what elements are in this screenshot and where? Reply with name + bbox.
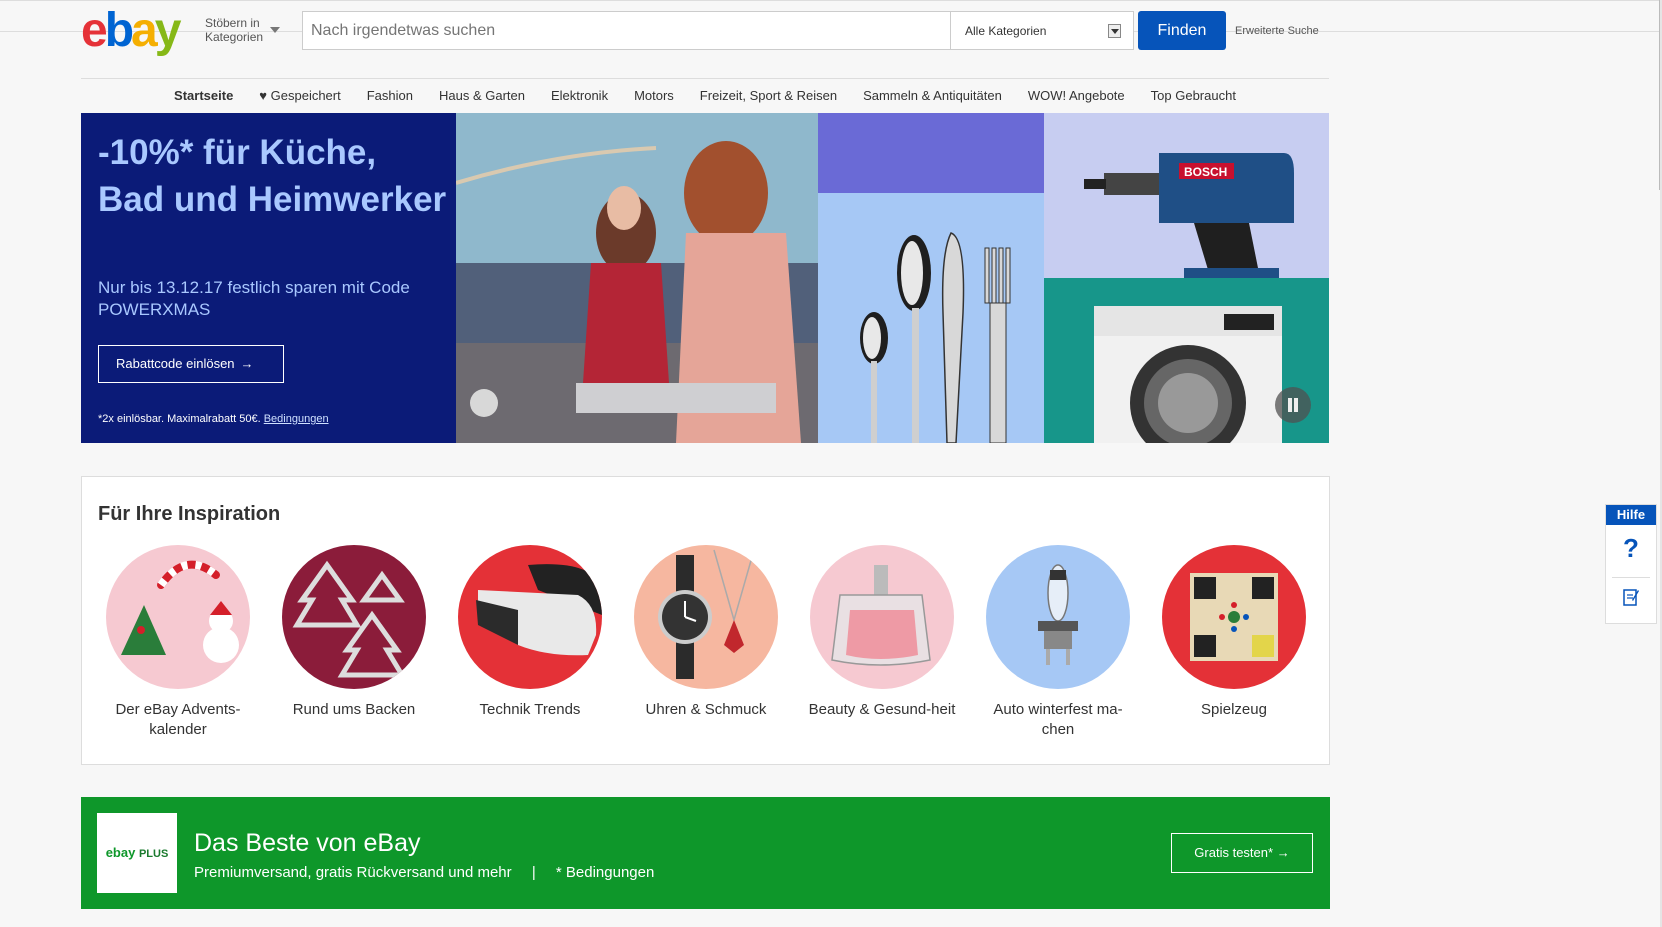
inspiration-label-backen: Rund ums Backen — [292, 701, 416, 718]
logo-letter-e: e — [81, 4, 108, 57]
cutlery-image — [818, 113, 1044, 443]
nav-item-freizeit[interactable]: Freizeit, Sport & Reisen — [687, 80, 850, 112]
inspiration-label-uhren: Uhren & Schmuck — [645, 701, 767, 718]
nav-item-top-gebraucht[interactable]: Top Gebraucht — [1138, 80, 1249, 112]
inspiration-item-advent[interactable]: Der eBay Advents-kalender — [98, 545, 258, 740]
arrow-right-icon: → — [1276, 845, 1290, 860]
conditions-link[interactable]: Bedingungen — [264, 413, 329, 425]
inspiration-item-uhren[interactable]: Uhren & Schmuck — [626, 545, 786, 740]
nav-item-fashion[interactable]: Fashion — [354, 80, 426, 112]
advent-calendar-icon — [106, 545, 250, 689]
drill-brand-text: BOSCH — [1184, 165, 1227, 179]
ebay-plus-title: Das Beste von eBay — [194, 829, 421, 857]
ebay-plus-logo: ebay PLUS — [97, 813, 177, 893]
try-free-label: Gratis testen* — [1194, 845, 1274, 860]
inspiration-title: Für Ihre Inspiration — [98, 503, 281, 525]
logo-letter-b: b — [104, 4, 134, 57]
inspiration-item-backen[interactable]: Rund ums Backen — [274, 545, 434, 740]
inspiration-label-beauty: Beauty & Gesund-heit — [808, 701, 956, 718]
dropdown-arrow-icon[interactable] — [1108, 24, 1121, 38]
shop-by-category-line2: Kategorien — [205, 30, 264, 44]
inspiration-item-auto[interactable]: Auto winterfest ma-chen — [978, 545, 1138, 740]
ebay-plus-subtitle-text: Premiumversand, gratis Rückversand und m… — [194, 864, 512, 881]
find-button[interactable]: Finden — [1138, 11, 1226, 50]
inspiration-label-auto: Auto winterfest ma-chen — [993, 701, 1123, 738]
help-label[interactable]: Hilfe — [1606, 505, 1656, 525]
question-icon[interactable]: ? — [1606, 533, 1656, 564]
inspiration-label-advent: Der eBay Advents-kalender — [115, 701, 241, 738]
ebay-plus-logo-a: ebay — [105, 845, 136, 860]
perfume-icon — [810, 545, 954, 689]
nav-item-sammeln[interactable]: Sammeln & Antiquitäten — [850, 80, 1015, 112]
nav-item-gespeichert[interactable]: ♥ Gespeichert — [246, 80, 353, 112]
vr-headset-icon — [458, 545, 602, 689]
nav-item-haus-garten[interactable]: Haus & Garten — [426, 80, 538, 112]
nav-item-wow-angebote[interactable]: WOW! Angebote — [1015, 80, 1138, 112]
redeem-code-button[interactable]: Rabattcode einlösen → — [98, 345, 284, 383]
hero-banner[interactable]: -10%* für Küche, Bad und Heimwerker Nur … — [81, 113, 1329, 443]
nav-item-gespeichert-label: Gespeichert — [270, 88, 341, 103]
inspiration-list: Der eBay Advents-kalender Rund ums Backe… — [98, 545, 1314, 740]
bulb-icon — [986, 545, 1130, 689]
hero-title: -10%* für Küche, Bad und Heimwerker — [98, 133, 447, 219]
category-select[interactable]: Alle Kategorien — [950, 11, 1134, 50]
board-game-icon — [1162, 545, 1306, 689]
cookie-cutters-icon — [282, 545, 426, 689]
drill-image: BOSCH — [1044, 113, 1329, 278]
hero-fine-print-text: *2x einlösbar. Maximalrabatt 50€. — [98, 413, 261, 425]
search-input[interactable] — [303, 12, 950, 49]
ebay-plus-subtitle: Premiumversand, gratis Rückversand und m… — [194, 864, 654, 881]
logo-letter-y: y — [154, 4, 182, 57]
nav-item-motors[interactable]: Motors — [621, 80, 687, 112]
redeem-code-label: Rabattcode einlösen — [116, 356, 235, 371]
ebay-plus-banner[interactable]: ebay PLUS Das Beste von eBay Premiumvers… — [81, 797, 1330, 909]
inspiration-item-spielzeug[interactable]: Spielzeug — [1154, 545, 1314, 740]
nav-item-startseite[interactable]: Startseite — [161, 80, 246, 118]
inspiration-label-technik: Technik Trends — [479, 701, 581, 718]
main-nav: Startseite ♥ Gespeichert Fashion Haus & … — [81, 80, 1329, 118]
watch-icon — [634, 545, 778, 689]
kitchen-photo — [456, 113, 818, 443]
try-free-button[interactable]: Gratis testen* → — [1171, 833, 1313, 873]
hero-fine-print: *2x einlösbar. Maximalrabatt 50€. Beding… — [98, 413, 329, 425]
feedback-edit-icon[interactable] — [1623, 588, 1639, 606]
inspiration-section: Für Ihre Inspiration Der eBay Advents-ka… — [81, 476, 1330, 765]
heart-icon: ♥ — [259, 88, 271, 103]
help-divider — [1612, 577, 1650, 578]
shop-by-category-button[interactable]: Stöbern in Kategorien — [205, 16, 263, 44]
ebay-plus-conditions-link[interactable]: * Bedingungen — [556, 864, 654, 881]
advanced-search-link[interactable]: Erweiterte Suche — [1235, 25, 1319, 37]
inspiration-item-technik[interactable]: Technik Trends — [450, 545, 610, 740]
ebay-plus-separator: | — [531, 864, 536, 881]
hero-subtitle: Nur bis 13.12.17 festlich sparen mit Cod… — [98, 278, 410, 319]
inspiration-item-beauty[interactable]: Beauty & Gesund-heit — [802, 545, 962, 740]
inspiration-label-spielzeug: Spielzeug — [1201, 701, 1267, 718]
hero-text-panel: -10%* für Küche, Bad und Heimwerker Nur … — [81, 113, 456, 443]
logo-letter-a: a — [131, 4, 158, 57]
top-border — [0, 0, 1662, 1]
search-field[interactable] — [302, 11, 951, 50]
arrow-right-icon: → — [240, 356, 254, 371]
ebay-logo[interactable]: ebay — [81, 2, 182, 60]
ebay-plus-logo-b: PLUS — [138, 848, 169, 860]
nav-item-elektronik[interactable]: Elektronik — [538, 80, 621, 112]
help-widget[interactable]: Hilfe ? — [1605, 504, 1657, 624]
scrollbar-thumb[interactable] — [1659, 0, 1660, 190]
nav-top-border — [81, 78, 1329, 79]
shop-by-category-line1: Stöbern in — [205, 16, 260, 30]
chevron-down-icon[interactable] — [270, 27, 280, 33]
category-select-value: Alle Kategorien — [965, 24, 1047, 38]
pause-icon[interactable] — [1275, 387, 1311, 423]
